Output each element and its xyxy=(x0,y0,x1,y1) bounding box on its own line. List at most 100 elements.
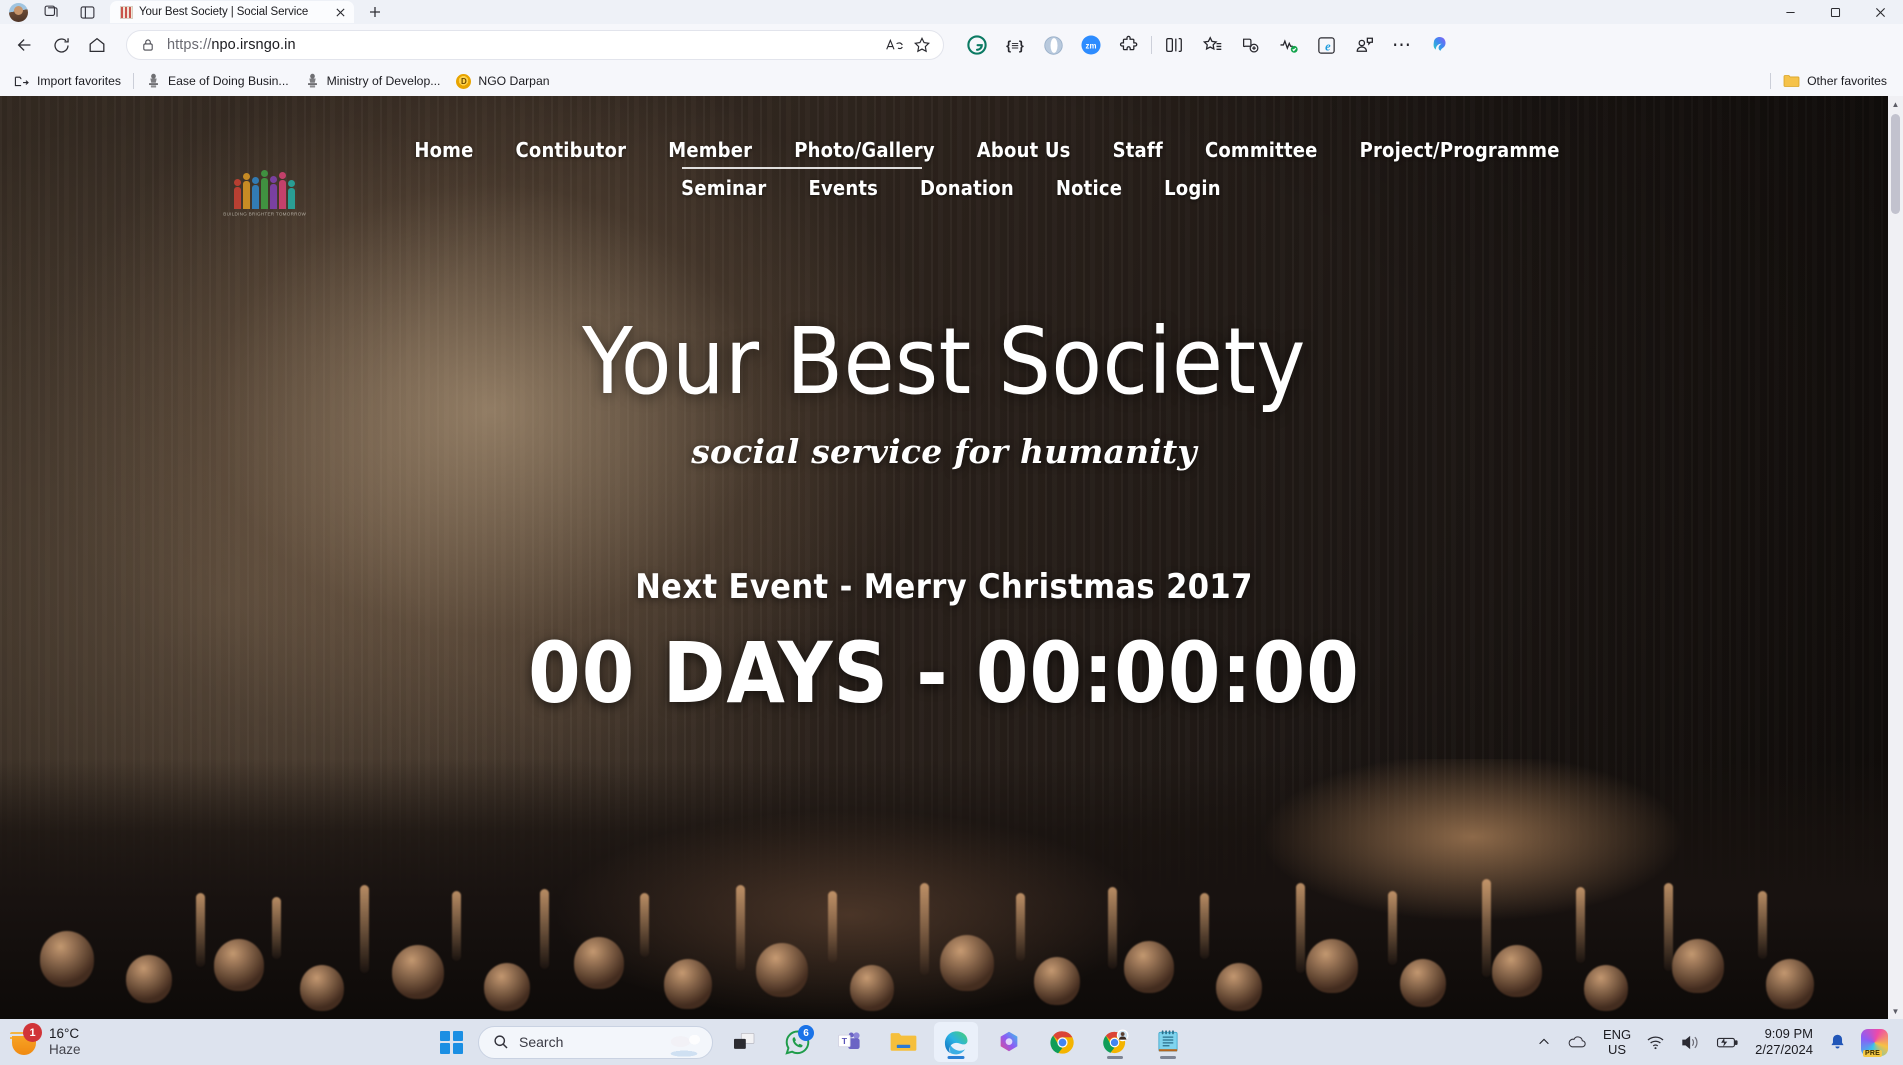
emblem-of-india-icon xyxy=(146,73,161,89)
zoom-extension[interactable]: zm xyxy=(1072,28,1110,62)
nav-link-committee[interactable]: Committee xyxy=(1184,138,1339,162)
nav-link-notice[interactable]: Notice xyxy=(1035,176,1143,200)
clock[interactable]: 9:09 PM 2/27/2024 xyxy=(1747,1022,1821,1062)
whatsapp-button[interactable]: 6 xyxy=(775,1022,819,1062)
weather-widget[interactable]: 1 16°C Haze xyxy=(0,1023,440,1059)
nav-row-secondary: Seminar Events Donation Notice Login xyxy=(0,176,1888,200)
browser-title-bar: Your Best Society | Social Service xyxy=(0,0,1903,24)
start-button[interactable] xyxy=(440,1030,463,1054)
json-formatter-label: {≡} xyxy=(1006,37,1024,53)
chrome-button[interactable] xyxy=(1040,1022,1084,1062)
split-pane-icon[interactable] xyxy=(70,1,104,23)
vertical-scrollbar[interactable]: ▲ ▼ xyxy=(1888,96,1903,1019)
scroll-down-arrow[interactable]: ▼ xyxy=(1888,1003,1903,1019)
profile-avatar-button[interactable] xyxy=(4,1,32,23)
browser-tab[interactable]: Your Best Society | Social Service xyxy=(110,1,354,23)
split-screen-icon[interactable] xyxy=(1155,28,1193,62)
taskbar-center: Search 6 T xyxy=(440,1022,1190,1062)
microsoft-365-button[interactable] xyxy=(987,1022,1031,1062)
bookmark-ngo-darpan[interactable]: D NGO Darpan xyxy=(448,71,557,92)
minimize-button[interactable] xyxy=(1768,0,1813,24)
add-favorite-icon[interactable] xyxy=(909,32,935,58)
nav-link-donation[interactable]: Donation xyxy=(899,176,1035,200)
bookmark-import-favorites[interactable]: Import favorites xyxy=(6,71,129,92)
folder-icon xyxy=(1783,74,1800,88)
bookmark-label: Ministry of Develop... xyxy=(326,74,441,88)
grammarly-extension[interactable] xyxy=(958,28,996,62)
nav-link-about-us[interactable]: About Us xyxy=(956,138,1092,162)
weather-condition: Haze xyxy=(49,1042,81,1057)
nav-link-member[interactable]: Member xyxy=(647,138,773,162)
task-view-button[interactable] xyxy=(722,1022,766,1062)
bookmark-ministry-of-development[interactable]: Ministry of Develop... xyxy=(297,70,449,92)
read-aloud-icon[interactable] xyxy=(881,32,907,58)
tab-actions-icon[interactable] xyxy=(34,1,68,23)
browser-essentials-icon[interactable] xyxy=(1269,28,1307,62)
hero-tagline: social service for humanity xyxy=(691,432,1197,471)
other-favorites-container: Other favorites xyxy=(1766,71,1895,91)
chrome-profile-button[interactable] xyxy=(1093,1022,1137,1062)
more-label: ⋯ xyxy=(1392,34,1412,56)
maximize-button[interactable] xyxy=(1813,0,1858,24)
weather-temperature: 16°C xyxy=(49,1025,80,1041)
nav-link-home[interactable]: Home xyxy=(393,138,494,162)
search-placeholder: Search xyxy=(519,1034,564,1050)
windows-taskbar: 1 16°C Haze Search 6 T ENG US 9:09 PM 2/… xyxy=(0,1019,1903,1065)
reload-button[interactable] xyxy=(44,28,78,62)
extensions-puzzle-icon[interactable] xyxy=(1110,28,1148,62)
nav-link-events[interactable]: Events xyxy=(787,176,899,200)
crowd-photo xyxy=(0,759,1888,1019)
collections-icon[interactable] xyxy=(1231,28,1269,62)
favorites-icon[interactable] xyxy=(1193,28,1231,62)
bell-icon[interactable] xyxy=(1822,1022,1853,1062)
svg-text:zm: zm xyxy=(1086,41,1097,50)
json-formatter-extension[interactable]: {≡} xyxy=(996,28,1034,62)
search-input[interactable]: Search xyxy=(478,1025,713,1059)
nav-link-photo-gallery[interactable]: Photo/Gallery xyxy=(773,138,956,162)
copilot-badge xyxy=(1861,1028,1888,1057)
copilot-icon[interactable] xyxy=(1421,28,1459,62)
close-tab-icon[interactable] xyxy=(332,4,348,20)
volume-icon[interactable] xyxy=(1673,1022,1707,1062)
ie-mode-icon[interactable]: e xyxy=(1307,28,1345,62)
onedrive-icon[interactable] xyxy=(1559,1022,1595,1062)
url-text[interactable]: https://npo.irsngo.in xyxy=(157,37,881,53)
copilot-tray-icon[interactable] xyxy=(1854,1022,1895,1062)
nav-link-seminar[interactable]: Seminar xyxy=(660,176,787,200)
show-hidden-icons-button[interactable] xyxy=(1530,1022,1558,1062)
running-indicator xyxy=(947,1056,965,1059)
scrollbar-thumb[interactable] xyxy=(1891,114,1900,214)
notification-badge: 1 xyxy=(23,1023,42,1042)
blue-circle-extension[interactable] xyxy=(1034,28,1072,62)
wifi-icon[interactable] xyxy=(1639,1022,1672,1062)
edge-button[interactable] xyxy=(934,1022,978,1062)
notepad-button[interactable] xyxy=(1146,1022,1190,1062)
teams-button[interactable]: T xyxy=(828,1022,872,1062)
address-bar[interactable]: https://npo.irsngo.in xyxy=(126,30,944,60)
language-indicator[interactable]: ENG US xyxy=(1596,1022,1638,1062)
clock-time: 9:09 PM xyxy=(1764,1026,1813,1042)
window-controls xyxy=(1768,0,1903,24)
nav-link-staff[interactable]: Staff xyxy=(1092,138,1184,162)
scroll-up-arrow[interactable]: ▲ xyxy=(1888,96,1903,112)
bookmark-ease-of-doing-business[interactable]: Ease of Doing Busin... xyxy=(138,70,297,92)
home-button[interactable] xyxy=(80,28,114,62)
nav-row-primary: Home Contibutor Member Photo/Gallery Abo… xyxy=(0,138,1888,162)
language-line1: ENG xyxy=(1602,1026,1632,1042)
other-favorites-button[interactable]: Other favorites xyxy=(1775,71,1895,91)
tab-title: Your Best Society | Social Service xyxy=(139,6,309,18)
nav-link-contibutor[interactable]: Contibutor xyxy=(495,138,648,162)
clock-date: 2/27/2024 xyxy=(1755,1042,1813,1057)
battery-charging-icon[interactable] xyxy=(1708,1022,1746,1062)
back-button[interactable] xyxy=(8,28,42,62)
nav-link-login[interactable]: Login xyxy=(1143,176,1242,200)
close-window-button[interactable] xyxy=(1858,0,1903,24)
site-navigation: Home Contibutor Member Photo/Gallery Abo… xyxy=(0,138,1888,200)
browser-window: Your Best Society | Social Service https… xyxy=(0,0,1903,1019)
site-lock-icon[interactable] xyxy=(139,38,157,52)
new-tab-button[interactable] xyxy=(360,1,390,23)
nav-link-project-programme[interactable]: Project/Programme xyxy=(1339,138,1581,162)
settings-more-icon[interactable]: ⋯ xyxy=(1383,28,1421,62)
profile-icon[interactable] xyxy=(1345,28,1383,62)
file-explorer-button[interactable] xyxy=(881,1022,925,1062)
